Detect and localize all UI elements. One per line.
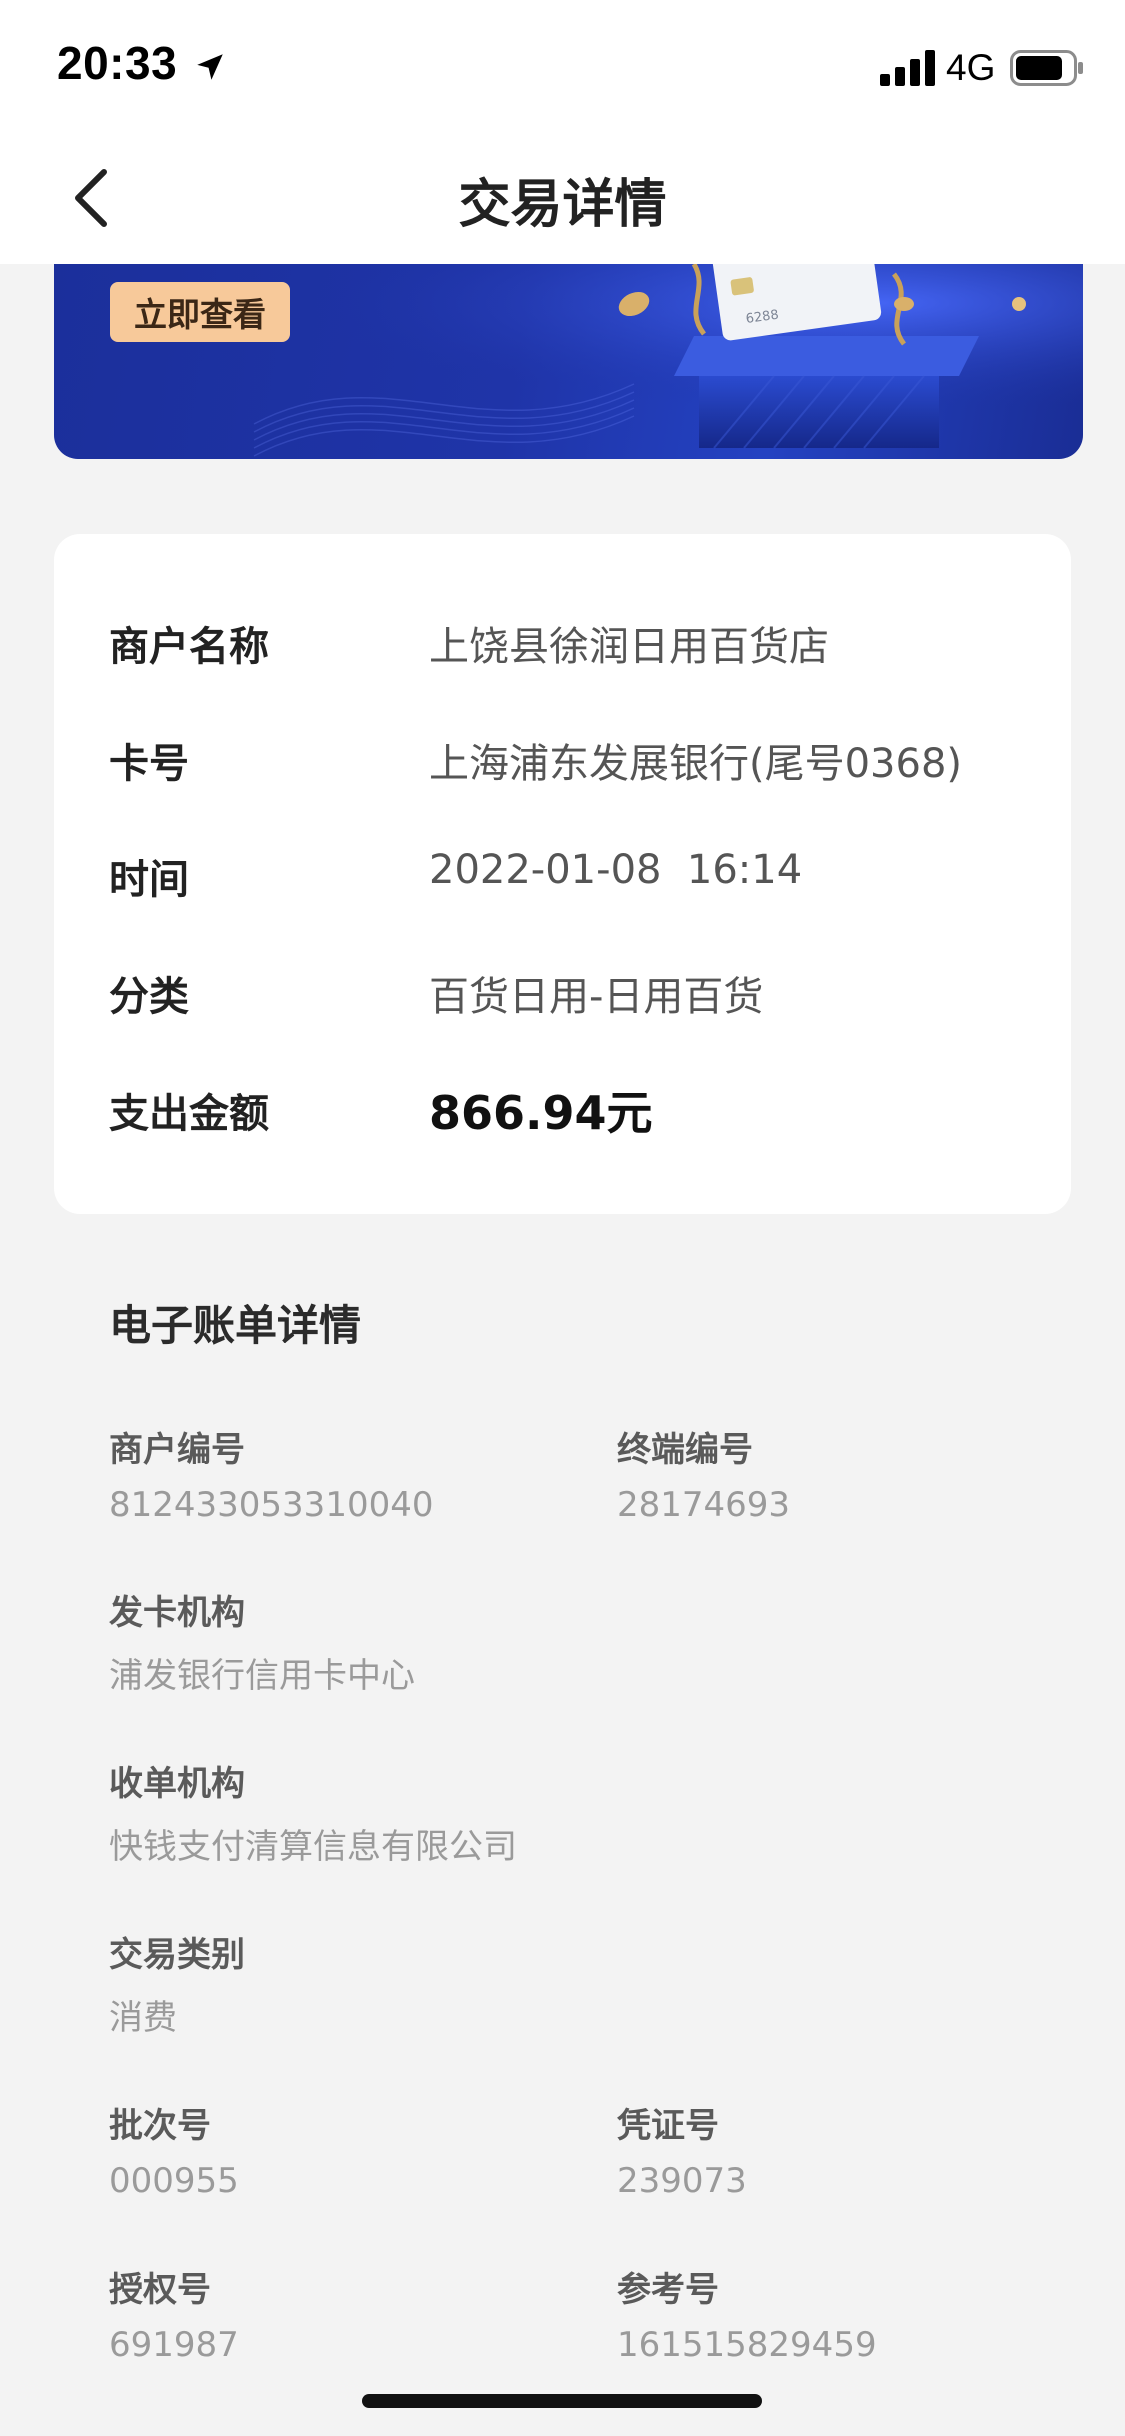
auth-no-label: 授权号 xyxy=(109,2270,211,2310)
ref-no-label: 参考号 xyxy=(617,2270,719,2310)
amount-value: 866.94元 xyxy=(429,1086,653,1140)
merchant-no-label: 商户编号 xyxy=(109,1430,245,1470)
battery-icon xyxy=(1010,50,1083,86)
nav-bar: 交易详情 xyxy=(0,134,1125,264)
promo-banner[interactable]: 6288 立即查看 xyxy=(54,264,1083,459)
batch-no-field: 批次号 000955 xyxy=(109,2098,239,2201)
issuer-value: 浦发银行信用卡中心 xyxy=(109,1656,415,1696)
time-label: 时间 xyxy=(109,857,189,903)
page-title: 交易详情 xyxy=(458,175,667,235)
terminal-no-field: 终端编号 28174693 xyxy=(617,1422,790,1525)
card-number-value: 上海浦东发展银行(尾号0368) xyxy=(429,741,963,787)
cellular-signal-icon xyxy=(880,50,935,86)
merchant-no-field: 商户编号 812433053310040 xyxy=(109,1422,433,1525)
status-time: 20:33 xyxy=(57,37,178,89)
merchant-no-value: 812433053310040 xyxy=(109,1485,434,1525)
ref-no-value: 161515829459 xyxy=(617,2325,877,2365)
voucher-no-value: 239073 xyxy=(617,2161,747,2201)
issuer-label: 发卡机构 xyxy=(109,1593,245,1633)
time-row: 时间 2022-01-08 16:14 xyxy=(54,847,1071,907)
category-value: 百货日用-日用百货 xyxy=(429,974,764,1020)
auth-no-field: 授权号 691987 xyxy=(109,2262,239,2365)
batch-no-label: 批次号 xyxy=(109,2106,211,2146)
merchant-name-row: 商户名称 上饶县徐润日用百货店 xyxy=(54,614,1071,674)
terminal-no-value: 28174693 xyxy=(617,1485,791,1525)
card-number-row: 卡号 上海浦东发展银行(尾号0368) xyxy=(54,731,1071,791)
txn-type-field: 交易类别 消费 xyxy=(109,1927,245,2039)
category-label: 分类 xyxy=(109,974,189,1020)
voucher-no-label: 凭证号 xyxy=(617,2106,719,2146)
transaction-summary-card: 商户名称 上饶县徐润日用百货店 卡号 上海浦东发展银行(尾号0368) 时间 2… xyxy=(54,534,1071,1214)
merchant-name-value: 上饶县徐润日用百货店 xyxy=(429,624,829,670)
voucher-no-field: 凭证号 239073 xyxy=(617,2098,747,2201)
ref-no-field: 参考号 161515829459 xyxy=(617,2262,877,2365)
txn-type-label: 交易类别 xyxy=(109,1935,245,1975)
acquirer-label: 收单机构 xyxy=(109,1764,245,1804)
category-row: 分类 百货日用-日用百货 xyxy=(54,964,1071,1024)
merchant-name-label: 商户名称 xyxy=(109,624,269,670)
status-bar: 20:33 4G xyxy=(0,0,1125,134)
issuer-field: 发卡机构 浦发银行信用卡中心 xyxy=(109,1585,415,1697)
amount-row: 支出金额 866.94元 xyxy=(54,1081,1071,1141)
home-indicator[interactable] xyxy=(362,2394,762,2408)
acquirer-field: 收单机构 快钱支付清算信息有限公司 xyxy=(109,1756,517,1868)
txn-type-value: 消费 xyxy=(109,1998,177,2038)
location-arrow-icon xyxy=(197,54,223,80)
ebill-section-title: 电子账单详情 xyxy=(109,1301,362,1350)
auth-no-value: 691987 xyxy=(109,2325,239,2365)
view-now-button[interactable]: 立即查看 xyxy=(110,282,290,342)
time-value: 2022-01-08 16:14 xyxy=(429,847,803,893)
amount-label: 支出金额 xyxy=(109,1091,269,1137)
card-number-label: 卡号 xyxy=(109,741,189,787)
network-type-label: 4G xyxy=(946,47,996,88)
terminal-no-label: 终端编号 xyxy=(617,1430,753,1470)
batch-no-value: 000955 xyxy=(109,2161,239,2201)
acquirer-value: 快钱支付清算信息有限公司 xyxy=(109,1827,517,1867)
